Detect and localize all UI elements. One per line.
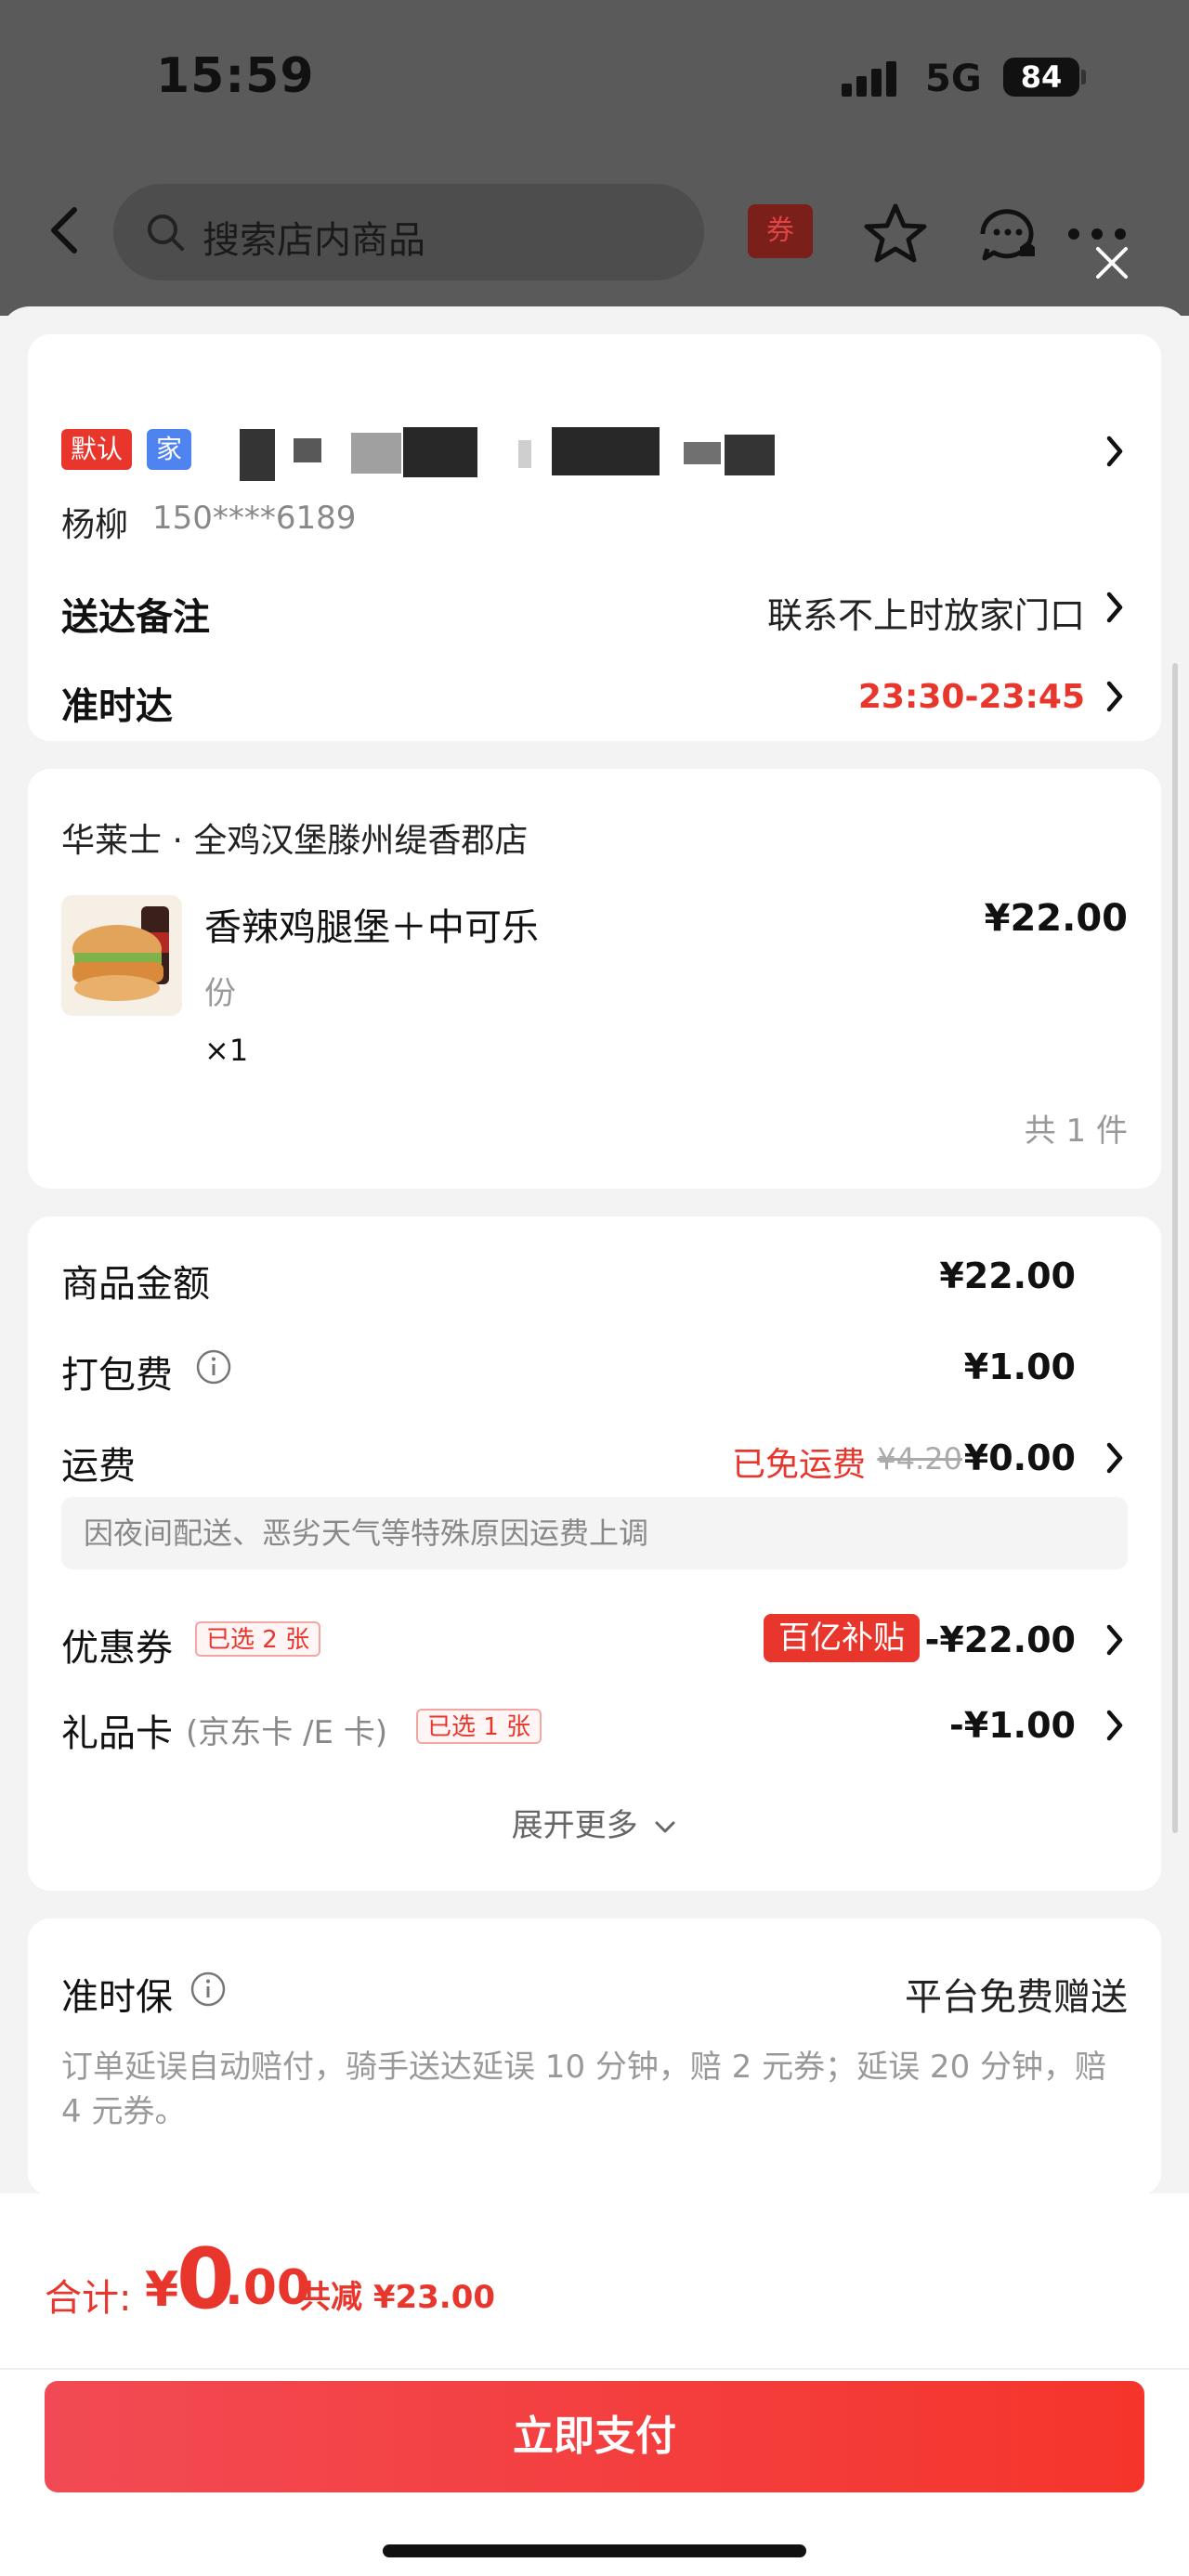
coupon-button[interactable]: 券 <box>748 204 813 258</box>
ontime-insurance-card: 准时保 平台免费赠送 订单延误自动赔付，骑手送达延误 10 分钟，赔 2 元券；… <box>28 1919 1161 2195</box>
insurance-title: 准时保 <box>61 1976 173 2019</box>
store-name[interactable]: 华莱士 · 全鸡汉堡滕州缇香郡店 <box>61 813 528 862</box>
coupon-selected-tag: 已选 2 张 <box>195 1621 321 1657</box>
food-title: 香辣鸡腿堡＋中可乐 <box>204 906 539 949</box>
recipient-name: 杨柳 <box>61 506 129 544</box>
coupon-discount-value[interactable]: -¥22.00 <box>925 1620 1076 1660</box>
store-navbar: 搜索店内商品 券 <box>0 176 1189 288</box>
gift-card-label: 礼品卡 <box>61 1712 173 1755</box>
divider <box>0 2368 1189 2370</box>
search-placeholder: 搜索店内商品 <box>203 219 425 262</box>
chevron-right-icon <box>1106 681 1123 712</box>
address-text-redacted <box>240 422 806 481</box>
insurance-free-text: 平台免费赠送 <box>905 1976 1128 2019</box>
food-unit: 份 <box>204 975 236 1012</box>
total-reduction: 共减 ¥23.00 <box>299 2279 496 2316</box>
shipping-fee-label: 运费 <box>61 1445 136 1488</box>
default-tag: 默认 <box>61 429 133 470</box>
total-decimal: .00 <box>225 2260 311 2316</box>
total-label: 合计: <box>45 2277 132 2320</box>
chevron-right-icon[interactable] <box>1102 1707 1128 1744</box>
customer-service-icon[interactable] <box>973 201 1040 267</box>
expand-more-button[interactable]: 展开更多 <box>28 1800 1161 1845</box>
search-input[interactable]: 搜索店内商品 <box>113 184 704 280</box>
pay-now-button[interactable]: 立即支付 <box>45 2381 1144 2492</box>
gift-card-value[interactable]: -¥1.00 <box>949 1705 1076 1746</box>
remark-label: 送达备注 <box>61 596 210 639</box>
food-quantity: ×1 <box>204 1033 249 1068</box>
gift-card-selected-tag: 已选 1 张 <box>416 1709 542 1744</box>
address-card[interactable]: 默认 家 杨柳 150****6189 送达备注 联系不上时放家门口 准时达 2… <box>28 334 1161 741</box>
favorite-star-icon[interactable] <box>862 201 929 267</box>
insurance-description: 订单延误自动赔付，骑手送达延误 10 分钟，赔 2 元券；延误 20 分钟，赔 … <box>61 2049 1107 2130</box>
home-indicator <box>383 2544 806 2557</box>
ontime-label: 准时达 <box>61 685 173 728</box>
goods-amount-value: ¥22.00 <box>939 1255 1076 1296</box>
food-image <box>61 895 182 1016</box>
info-icon[interactable] <box>195 1348 232 1386</box>
item-count: 共 1 件 <box>1024 1112 1128 1150</box>
chevron-down-icon <box>655 1821 675 1832</box>
fee-breakdown-card: 商品金额 ¥22.00 打包费 ¥1.00 运费 已免运费 ¥4.20 ¥0.0… <box>28 1216 1161 1891</box>
chevron-right-icon[interactable] <box>1102 1621 1128 1659</box>
free-shipping-text: 已免运费 <box>731 1446 866 1484</box>
scrollbar[interactable] <box>1172 663 1178 1833</box>
status-bar: 15:59 5G 84 <box>0 0 1189 167</box>
battery-cap <box>1081 70 1086 85</box>
close-icon[interactable] <box>1092 243 1131 282</box>
more-options-icon[interactable] <box>1065 225 1130 243</box>
shipping-original-price: ¥4.20 <box>877 1441 962 1477</box>
info-icon[interactable] <box>189 1971 227 2008</box>
chevron-right-icon <box>1106 436 1123 467</box>
network-type: 5G <box>925 58 982 100</box>
packing-fee-label: 打包费 <box>61 1354 173 1397</box>
recipient-phone: 150****6189 <box>152 500 357 537</box>
chevron-right-icon <box>1106 592 1123 623</box>
coupon-label: 优惠券 <box>61 1627 173 1670</box>
signal-icon <box>842 61 896 97</box>
order-confirm-sheet: 默认 家 杨柳 150****6189 送达备注 联系不上时放家门口 准时达 2… <box>0 306 1189 2576</box>
store-order-card: 华莱士 · 全鸡汉堡滕州缇香郡店 香辣鸡腿堡＋中可乐 份 ×1 ¥22.00 共… <box>28 769 1161 1189</box>
chevron-right-icon[interactable] <box>1102 1439 1128 1477</box>
packing-fee-value: ¥1.00 <box>963 1347 1076 1387</box>
delivery-time-value[interactable]: 23:30-23:45 <box>858 678 1085 716</box>
remark-value[interactable]: 联系不上时放家门口 <box>767 587 1085 638</box>
goods-amount-label: 商品金额 <box>61 1263 210 1306</box>
back-icon[interactable] <box>39 202 95 258</box>
expand-more-label: 展开更多 <box>511 1807 638 1844</box>
total-currency: ¥ <box>145 2262 179 2318</box>
food-price: ¥22.00 <box>984 897 1128 940</box>
checkout-bar: 合计: ¥ 0 .00 共减 ¥23.00 立即支付 <box>0 2193 1189 2576</box>
gift-card-sub: (京东卡 /E 卡) <box>186 1714 388 1751</box>
clock: 15:59 <box>156 48 315 104</box>
home-tag: 家 <box>147 429 192 470</box>
shipping-notice: 因夜间配送、恶劣天气等特殊原因运费上调 <box>61 1497 1128 1569</box>
search-icon <box>148 215 184 251</box>
subsidy-badge: 百亿补贴 <box>764 1614 920 1662</box>
battery-icon: 84 <box>1003 58 1079 97</box>
shipping-fee-value: ¥0.00 <box>963 1438 1076 1478</box>
